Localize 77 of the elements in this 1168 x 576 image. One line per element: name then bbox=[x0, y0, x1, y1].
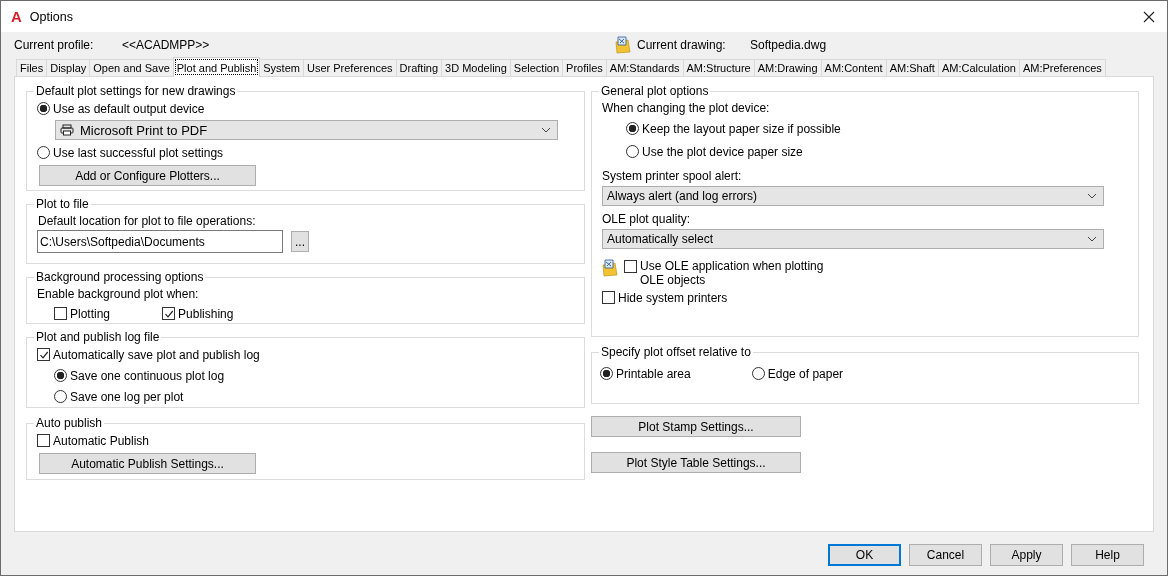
settings-button[interactable]: Plot Stamp Settings... bbox=[591, 416, 801, 437]
spool-alert-dropdown[interactable]: Always alert (and log errors) bbox=[602, 186, 1104, 206]
tab[interactable]: Files bbox=[16, 59, 48, 76]
tab[interactable]: Open and Save bbox=[89, 59, 174, 76]
tab[interactable]: Plot and Publish bbox=[172, 57, 261, 77]
checkbox-label[interactable]: Publishing bbox=[178, 306, 234, 321]
path-field[interactable]: C:\Users\Softpedia\Documents bbox=[37, 230, 283, 253]
close-icon[interactable] bbox=[1143, 10, 1155, 23]
configure-plotters-button[interactable]: Add or Configure Plotters... bbox=[39, 165, 256, 186]
dialog-button[interactable]: Help bbox=[1071, 544, 1144, 566]
field-label: System printer spool alert: bbox=[602, 168, 743, 185]
checkbox-label[interactable]: Automatic Publish bbox=[53, 433, 150, 448]
option-label[interactable]: Use the plot device paper size bbox=[642, 144, 803, 159]
checkbox[interactable] bbox=[162, 307, 176, 320]
check-icon bbox=[163, 308, 174, 319]
drawing-label: Current drawing: bbox=[637, 38, 727, 52]
checkbox-label[interactable]: Hide system printers bbox=[618, 290, 728, 305]
checkbox[interactable] bbox=[37, 348, 50, 361]
radio-button[interactable] bbox=[626, 122, 639, 135]
chevron-down-icon bbox=[1087, 193, 1097, 199]
tab[interactable]: Drafting bbox=[395, 59, 443, 76]
group-title: Background processing options bbox=[35, 270, 205, 284]
radio-button[interactable] bbox=[600, 367, 613, 380]
checkbox[interactable] bbox=[54, 307, 67, 320]
option-label[interactable]: Printable area bbox=[616, 366, 691, 381]
profile-label: Current profile: bbox=[14, 38, 95, 52]
drawing-file-icon bbox=[602, 259, 618, 277]
dialog-button[interactable]: OK bbox=[828, 544, 901, 566]
checkbox-label[interactable]: Plotting bbox=[70, 306, 111, 321]
chevron-down-icon bbox=[541, 127, 551, 133]
option-label[interactable]: Use last successful plot settings bbox=[53, 145, 224, 160]
checkbox-label[interactable]: Automatically save plot and publish log bbox=[53, 347, 260, 362]
checkbox-label[interactable]: Use OLE application when plotting OLE objects bbox=[640, 259, 834, 287]
publish-settings-button[interactable]: Automatic Publish Settings... bbox=[39, 453, 256, 474]
radio-button[interactable] bbox=[37, 102, 50, 115]
tab[interactable]: System bbox=[259, 59, 304, 76]
browse-button[interactable]: ... bbox=[291, 231, 309, 252]
check-icon bbox=[38, 349, 49, 360]
group-title: Plot and publish log file bbox=[35, 330, 161, 344]
option-label[interactable]: Use as default output device bbox=[53, 101, 205, 116]
checkbox[interactable] bbox=[37, 434, 50, 447]
field-label: Enable background plot when: bbox=[37, 285, 200, 303]
checkbox[interactable] bbox=[602, 291, 615, 304]
app-logo: A bbox=[11, 8, 22, 25]
tab[interactable]: AM:Preferences bbox=[1018, 59, 1106, 76]
group-title: General plot options bbox=[600, 84, 710, 98]
group-title: Specify plot offset relative to bbox=[600, 345, 752, 359]
group-title: Plot to file bbox=[35, 197, 90, 211]
printer-icon bbox=[60, 124, 74, 136]
field-label: When changing the plot device: bbox=[602, 99, 771, 117]
chevron-down-icon bbox=[1087, 236, 1097, 242]
dialog-button[interactable]: Apply bbox=[990, 544, 1063, 566]
radio-button[interactable] bbox=[54, 390, 67, 403]
ole-quality-dropdown[interactable]: Automatically select bbox=[602, 229, 1104, 249]
radio-button[interactable] bbox=[751, 367, 765, 380]
group-title: Auto publish bbox=[35, 416, 104, 430]
settings-button[interactable]: Plot Style Table Settings... bbox=[591, 452, 801, 473]
window-title: Options bbox=[29, 9, 74, 24]
dialog-button[interactable]: Cancel bbox=[909, 544, 982, 566]
tab[interactable]: Display bbox=[46, 59, 91, 76]
profile-name: <<ACADMPP>> bbox=[122, 38, 211, 52]
tab[interactable]: AM:Drawing bbox=[753, 59, 822, 76]
group-title: Default plot settings for new drawings bbox=[35, 84, 237, 98]
tab[interactable]: 3D Modeling bbox=[441, 59, 511, 76]
radio-button[interactable] bbox=[37, 146, 50, 159]
field-label: Default location for plot to file operations: bbox=[38, 212, 257, 230]
drawing-name: Softpedia.dwg bbox=[750, 38, 827, 52]
option-label[interactable]: Edge of paper bbox=[767, 366, 844, 381]
option-label[interactable]: Save one log per plot bbox=[70, 389, 184, 404]
device-dropdown[interactable]: Microsoft Print to PDF bbox=[55, 120, 558, 140]
radio-button[interactable] bbox=[626, 145, 639, 158]
option-label[interactable]: Keep the layout paper size if possible bbox=[642, 121, 841, 136]
option-label[interactable]: Save one continuous plot log bbox=[70, 368, 225, 383]
checkbox[interactable] bbox=[624, 260, 637, 273]
drawing-file-icon bbox=[615, 36, 631, 54]
radio-button[interactable] bbox=[54, 369, 67, 382]
field-label: OLE plot quality: bbox=[602, 211, 692, 228]
